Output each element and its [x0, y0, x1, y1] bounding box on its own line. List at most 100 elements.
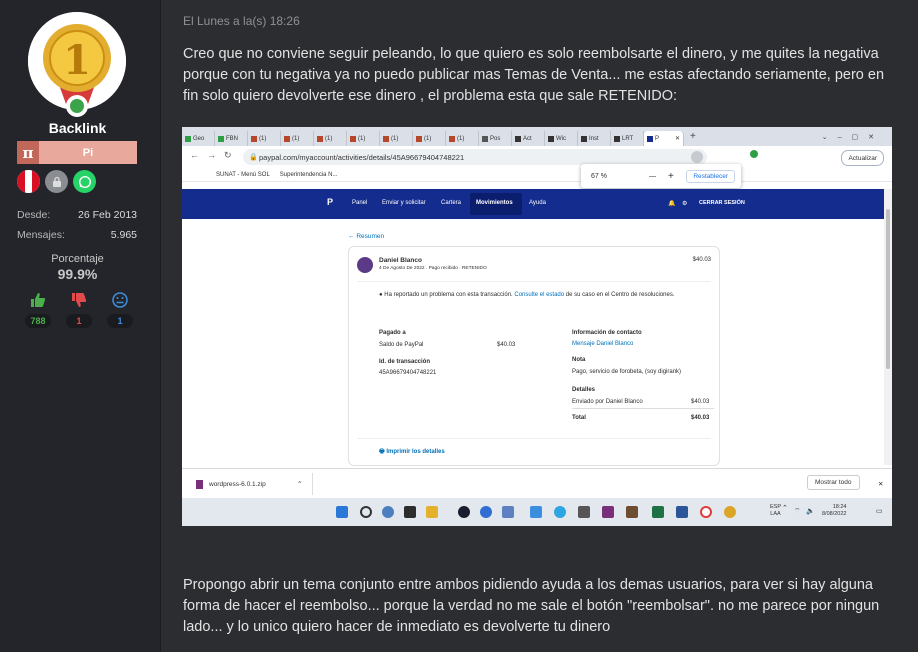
browser-tab: (1) — [314, 131, 347, 146]
app-icon — [502, 506, 514, 518]
details-amount: $40.03 — [691, 399, 710, 405]
lock-icon: 🔒 — [249, 154, 258, 161]
like-reaction[interactable]: 788 — [24, 292, 52, 328]
nav-item: Cartera — [441, 200, 462, 206]
neutral-face-icon — [112, 292, 128, 308]
address-bar: 🔒 paypal.com/myaccount/activities/detail… — [243, 149, 707, 165]
browser-tab: (1) — [248, 131, 281, 146]
app-icon — [530, 506, 542, 518]
browser-tab: Inst — [578, 131, 611, 146]
details-label: Detalles — [572, 387, 596, 393]
rank-label: Pi — [82, 146, 94, 159]
download-file: wordpress-6.0.1.zip — [209, 481, 266, 488]
update-button: Actualizar — [841, 150, 884, 166]
app-icon — [458, 506, 470, 518]
paid-to-label: Pagado a — [379, 330, 406, 336]
username[interactable]: Backlink — [0, 120, 155, 136]
transaction-id-value: 45A96679404748221 — [379, 370, 437, 376]
browser-tab: Pos — [479, 131, 512, 146]
search-icon — [360, 506, 372, 518]
contact-label: Información de contacto — [572, 330, 642, 336]
online-status-icon — [66, 95, 88, 117]
total-amount: $40.03 — [691, 415, 710, 421]
payer-avatar — [357, 257, 373, 273]
paypal-content: ← Resumen Daniel Blanco $40.03 4 De Agos… — [182, 219, 884, 466]
problem-notice: ● Ha reportado un problema con esta tran… — [379, 292, 675, 298]
bookmark-item: Superintendencia N... — [279, 171, 338, 178]
rank-badge: π Pi — [17, 141, 137, 164]
windows-taskbar: ⌃ ESP LAA ⌔ 🔈 18:24 8/08/2022 ▭ — [182, 498, 892, 526]
word-icon — [676, 506, 688, 518]
volume-icon: 🔈 — [806, 508, 815, 515]
lock-icon — [45, 170, 68, 193]
whatsapp-icon[interactable] — [73, 170, 96, 193]
transaction-subtitle: 4 De Agosto De 2022 . Pago recibido . RE… — [379, 266, 487, 271]
browser-tab: (1) — [281, 131, 314, 146]
zoom-popup: 67 % — + Restablecer — [581, 164, 741, 188]
member-since: Desde: 26 Feb 2013 — [17, 209, 137, 221]
bell-icon: 🔔 — [668, 201, 676, 207]
gear-icon: ⚙ — [682, 201, 688, 207]
browser-tab: LRT — [611, 131, 644, 146]
page-scrollbar — [884, 189, 892, 465]
browser-tab-bar: Geo FBN (1) (1) (1) (1) (1) (1) (1) Pos … — [182, 127, 892, 146]
nav-item: Enviar y solicitar — [382, 200, 426, 206]
note-label: Nota — [572, 357, 586, 363]
zoom-out-button: — — [648, 172, 656, 180]
zoom-reset-button: Restablecer — [686, 169, 735, 183]
browser-tab: FBN — [215, 131, 248, 146]
folder-icon — [426, 506, 438, 518]
peru-flag-icon — [17, 170, 40, 193]
percentage-value: 99.9% — [57, 266, 98, 282]
browser-toolbar: ←→↻ 🔒 paypal.com/myaccount/activities/de… — [182, 146, 892, 169]
user-sidebar: 1 Backlink π Pi Desde: 26 Feb 2013 Mensaj… — [0, 0, 161, 652]
message-count: Mensajes: 5.965 — [17, 229, 137, 241]
excel-icon — [652, 506, 664, 518]
post-timestamp: El Lunes a la(s) 18:26 — [183, 14, 300, 28]
transaction-id-label: Id. de transacción — [379, 359, 431, 365]
app-icon — [480, 506, 492, 518]
user-badges — [17, 170, 96, 193]
close-icon: ✕ — [878, 481, 884, 488]
post-paragraph-2: Propongo abrir un tema conjunto entre am… — [183, 577, 880, 635]
zoom-icon — [691, 151, 703, 163]
total-label: Total — [572, 415, 586, 421]
reputation-reactions: 788 1 1 — [24, 292, 134, 328]
show-all-button: Mostrar todo — [807, 475, 860, 490]
paid-to-amount: $40.03 — [497, 342, 516, 348]
opera-icon — [700, 506, 712, 518]
pi-icon: π — [17, 141, 39, 164]
browser-tab: Act — [512, 131, 545, 146]
windows-start-icon — [336, 506, 348, 518]
details-line: Enviado por Daniel Blanco — [572, 399, 643, 405]
bookmarks-bar: SUNAT - Menú SOL Superintendencia N... — [182, 168, 892, 182]
app-icon — [602, 506, 614, 518]
nav-arrows-icon: ←→↻ — [190, 150, 240, 160]
chevron-up-icon: ⌃ — [297, 481, 303, 488]
note-value: Pago, servicio de forobeta, (soy digiran… — [572, 369, 682, 375]
logout-link: CERRAR SESIÓN — [699, 200, 745, 206]
zoom-level: 67 % — [591, 172, 607, 180]
svg-text:1: 1 — [63, 37, 91, 84]
percentage-label: Porcentaje — [51, 253, 104, 265]
paid-to-value: Saldo de PayPal — [379, 342, 424, 348]
browser-tab: Geo — [182, 131, 215, 146]
downloads-bar: wordpress-6.0.1.zip ⌃ Mostrar todo ✕ — [182, 468, 892, 499]
bookmark-item: SUNAT - Menú SOL — [216, 171, 270, 178]
telegram-icon — [554, 506, 566, 518]
language-indicator: ESP LAA — [770, 504, 782, 517]
neutral-reaction[interactable]: 1 — [106, 292, 134, 328]
dislike-reaction[interactable]: 1 — [65, 292, 93, 328]
profile-icon — [750, 150, 758, 158]
thumbs-up-icon — [31, 293, 46, 307]
window-controls-icon: ⌄–▢✕ — [821, 133, 884, 141]
payee-name: Daniel Blanco — [379, 257, 422, 264]
embedded-screenshot[interactable]: Geo FBN (1) (1) (1) (1) (1) (1) (1) Pos … — [182, 127, 892, 526]
wifi-icon: ⌔ — [794, 508, 801, 515]
nav-item: Panel — [352, 200, 368, 206]
browser-tab: (1) — [347, 131, 380, 146]
app-icon — [626, 506, 638, 518]
task-view-icon — [404, 506, 416, 518]
zip-file-icon — [196, 480, 203, 489]
browser-tab: Wic — [545, 131, 578, 146]
